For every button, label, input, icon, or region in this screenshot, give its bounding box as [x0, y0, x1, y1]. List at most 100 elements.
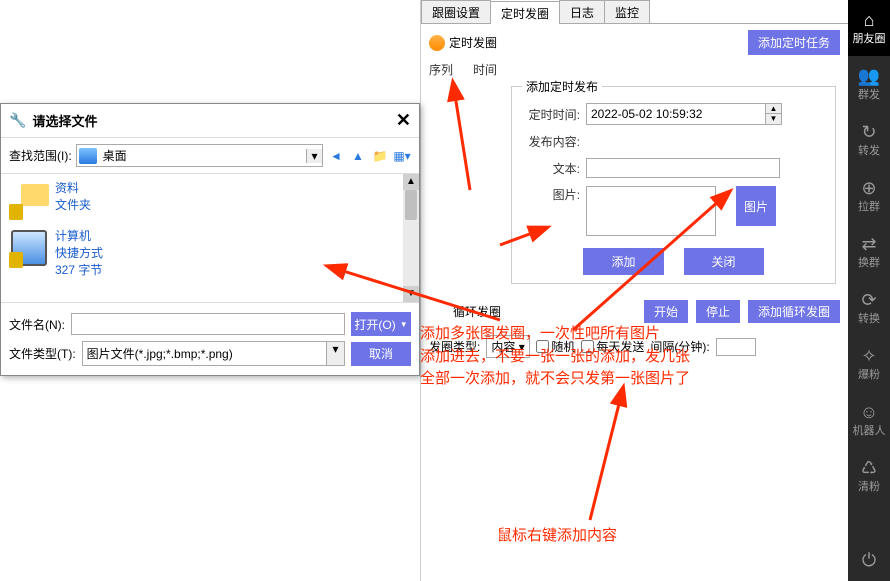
tab-monitor[interactable]: 监控: [604, 0, 650, 23]
file-name: 资料: [55, 180, 91, 197]
sidebar-item-burst[interactable]: ✧ 爆粉: [848, 336, 890, 392]
scroll-up-icon[interactable]: ▲: [403, 174, 419, 190]
datetime-input[interactable]: 2022-05-02 10:59:32 ▲▼: [586, 103, 782, 125]
sidebar-item-label: 爆粉: [858, 369, 880, 381]
daily-checkbox[interactable]: 每天发送: [581, 338, 644, 355]
sidebar-item-clean[interactable]: ♺ 清粉: [848, 448, 890, 504]
sidebar-item-robot[interactable]: ☺机器人: [848, 392, 890, 448]
up-icon[interactable]: ▲: [349, 147, 367, 165]
sidebar-item-mass[interactable]: 👥 群发: [848, 56, 890, 112]
main-tabs: 跟圈设置 定时发圈 日志 监控: [421, 0, 848, 24]
lookin-label: 查找范围(I):: [9, 147, 72, 164]
file-list[interactable]: 资料 文件夹 计算机 快捷方式 327 字节 ▲ ▼: [1, 173, 419, 303]
datetime-value[interactable]: 2022-05-02 10:59:32: [587, 105, 765, 123]
sidebar-item-label: 朋友圈: [853, 33, 886, 45]
sidebar-item-label: 清粉: [858, 481, 880, 493]
sidebar-item-convert[interactable]: ⟳ 转换: [848, 280, 890, 336]
filetype-combo[interactable]: 图片文件(*.jpg;*.bmp;*.png) ▾: [82, 341, 345, 366]
time-label: 定时时间:: [520, 106, 580, 123]
burst-icon: ✧: [861, 346, 876, 367]
sidebar-item-label: 机器人: [853, 425, 886, 437]
loop-icon: [429, 304, 445, 320]
swap-icon: ⇄: [861, 234, 876, 255]
home-icon: ⌂: [864, 10, 875, 31]
text-label: 文本:: [520, 160, 580, 177]
sidebar-item-forward[interactable]: ↻ 转发: [848, 112, 890, 168]
list-item[interactable]: 资料 文件夹: [9, 180, 411, 220]
file-type: 快捷方式: [55, 245, 103, 262]
col-time: 时间: [473, 61, 497, 78]
tab-timed-post[interactable]: 定时发圈: [490, 1, 560, 24]
close-button[interactable]: 关闭: [684, 248, 764, 275]
add-loop-button[interactable]: 添加循环发圈: [748, 300, 840, 323]
random-checkbox[interactable]: 随机: [536, 338, 575, 355]
tab-log[interactable]: 日志: [559, 0, 605, 23]
sidebar-item-label: 群发: [858, 89, 880, 101]
dialog-titlebar: 🔧 请选择文件 ✕: [1, 104, 419, 138]
sidebar-item-label: 换群: [858, 257, 880, 269]
main-panel: 跟圈设置 定时发圈 日志 监控 定时发圈 添加定时任务 序列 时间 添加定时发布…: [420, 0, 848, 581]
col-seq: 序列: [429, 61, 453, 78]
timed-section-head: 定时发圈 添加定时任务: [421, 24, 848, 61]
open-button[interactable]: 打开(O)▼: [351, 312, 411, 336]
file-type: 文件夹: [55, 197, 91, 214]
image-box[interactable]: [586, 186, 716, 236]
convert-icon: ⟳: [861, 290, 876, 311]
cancel-button[interactable]: 取消: [351, 342, 411, 366]
scrollbar[interactable]: ▲ ▼: [403, 174, 419, 302]
file-size: 327 字节: [55, 262, 103, 279]
view-icon[interactable]: ▦▾: [393, 147, 411, 165]
type-label: 发圈类型:: [429, 338, 480, 355]
image-button[interactable]: 图片: [736, 186, 776, 226]
group-icon: ⊕: [861, 178, 876, 199]
back-icon[interactable]: ◄: [327, 147, 345, 165]
wrench-icon: 🔧: [9, 112, 26, 129]
refresh-icon: ↻: [861, 122, 876, 143]
text-input[interactable]: [586, 158, 780, 178]
dialog-title: 请选择文件: [32, 111, 97, 130]
clean-icon: ♺: [861, 458, 877, 479]
stop-button[interactable]: 停止: [696, 300, 740, 323]
lookin-combo[interactable]: 桌面 ▾: [76, 144, 323, 167]
filetype-label: 文件类型(T):: [9, 345, 76, 362]
datetime-spinner[interactable]: ▲▼: [765, 104, 781, 124]
start-button[interactable]: 开始: [644, 300, 688, 323]
content-label: 发布内容:: [520, 133, 580, 150]
scroll-thumb[interactable]: [405, 190, 417, 220]
list-item[interactable]: 计算机 快捷方式 327 字节: [9, 228, 411, 278]
image-label: 图片:: [520, 186, 580, 203]
timed-columns: 序列 时间: [421, 61, 848, 82]
add-timed-panel: 添加定时发布 定时时间: 2022-05-02 10:59:32 ▲▼ 发布内容…: [511, 86, 836, 284]
folder-icon: [9, 180, 49, 220]
tab-follow-settings[interactable]: 跟圈设置: [421, 0, 491, 23]
panel-legend: 添加定时发布: [522, 78, 602, 95]
close-icon[interactable]: ✕: [396, 110, 411, 131]
interval-label: 间隔(分钟):: [650, 338, 709, 355]
people-icon: 👥: [858, 66, 880, 87]
desktop-icon: [79, 148, 97, 164]
computer-icon: [9, 228, 49, 268]
filename-input[interactable]: [71, 313, 345, 335]
file-name: 计算机: [55, 228, 103, 245]
chevron-down-icon[interactable]: ▾: [306, 149, 322, 163]
sidebar-item-label: 拉群: [858, 201, 880, 213]
sidebar-item-pullgroup[interactable]: ⊕ 拉群: [848, 168, 890, 224]
file-chooser-dialog: 🔧 请选择文件 ✕ 查找范围(I): 桌面 ▾ ◄ ▲ 📁 ▦▾ 资料 文件夹: [0, 103, 420, 376]
filename-label: 文件名(N):: [9, 316, 65, 333]
timed-title: 定时发圈: [449, 34, 497, 51]
add-timed-task-button[interactable]: 添加定时任务: [748, 30, 840, 55]
sidebar-item-label: 转发: [858, 145, 880, 157]
add-button[interactable]: 添加: [583, 248, 663, 275]
chevron-down-icon[interactable]: ▾: [326, 342, 344, 365]
sidebar-item-moments[interactable]: ⌂ 朋友圈: [848, 0, 890, 56]
sidebar-item-label: 转换: [858, 313, 880, 325]
filetype-value: 图片文件(*.jpg;*.bmp;*.png): [83, 342, 326, 365]
type-select[interactable]: 内容 ▾: [486, 335, 530, 358]
new-folder-icon[interactable]: 📁: [371, 147, 389, 165]
loop-title: 循环发圈: [453, 303, 501, 320]
lookin-value: 桌面: [99, 145, 306, 166]
scroll-down-icon[interactable]: ▼: [403, 286, 419, 302]
sidebar-item-swapgroup[interactable]: ⇄ 换群: [848, 224, 890, 280]
power-icon[interactable]: ⏻: [848, 540, 890, 581]
interval-input[interactable]: [716, 338, 756, 356]
